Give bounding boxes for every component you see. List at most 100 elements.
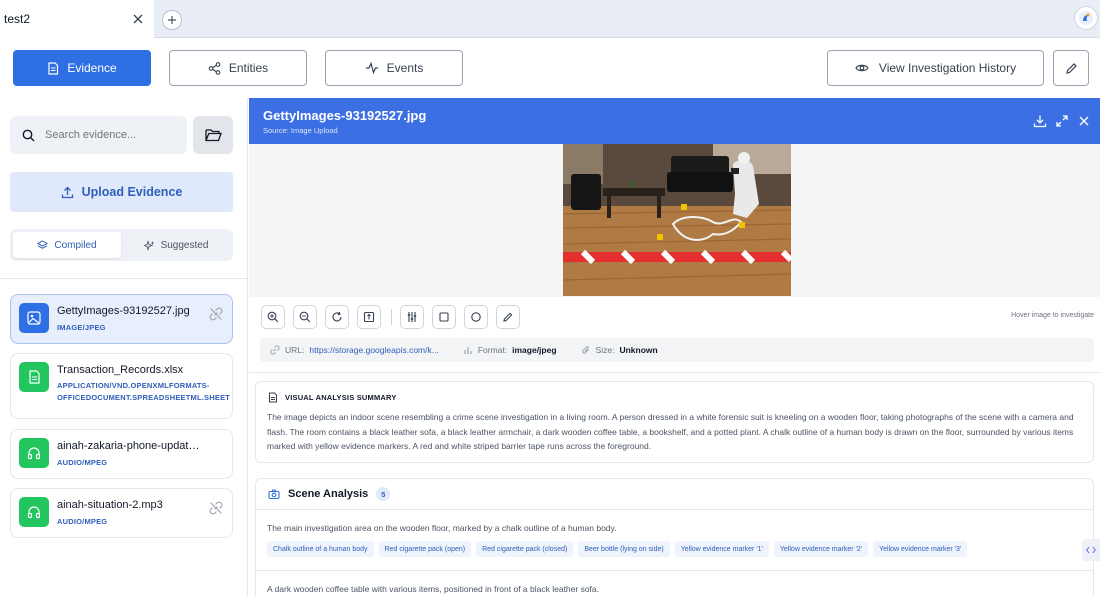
image-toolbar: Hover image to investigate [249,297,1100,335]
view-toggle: Compiled Suggested [10,229,233,261]
evidence-item[interactable]: ainah-situation-2.mp3 AUDIO/MPEG [10,488,233,538]
evidence-item[interactable]: Transaction_Records.xlsx APPLICATION/VND… [10,353,233,419]
evidence-item-name: ainah-zakaria-phone-update.... [57,440,203,452]
image-icon [19,303,49,333]
search-box[interactable] [10,116,187,154]
suggested-label: Suggested [160,239,209,251]
sparkles-icon [143,239,155,251]
close-icon[interactable] [132,13,144,25]
download-icon[interactable] [1033,114,1047,128]
hover-hint: Hover image to investigate [1011,312,1094,319]
scene-tag[interactable]: Yellow evidence marker '1' [674,541,769,557]
evidence-item-name: Transaction_Records.xlsx [57,364,184,376]
camera-icon [268,489,280,499]
visual-analysis-summary: VISUAL ANALYSIS SUMMARY The image depict… [255,381,1094,463]
close-icon[interactable] [1077,114,1091,128]
evidence-item[interactable]: ainah-zakaria-phone-update.... AUDIO/MPE… [10,429,233,479]
paperclip-icon [581,345,591,355]
pencil-icon [1065,62,1078,75]
pencil-icon [503,312,513,322]
sliders-icon [407,312,417,322]
document-icon [268,392,278,403]
compiled-label: Compiled [54,239,97,251]
viewer-header: GettyImages-93192527.jpg Source: Image U… [249,98,1100,144]
events-tab-button[interactable]: Events [325,50,463,86]
scene-divider [256,570,1093,571]
scene-count-badge: 5 [376,487,391,501]
viewer-source: Source: Image Upload [263,126,338,135]
adjust-button[interactable] [400,305,424,329]
scene-tag[interactable]: Red cigarette pack (closed) [476,541,574,557]
unlink-icon[interactable] [209,501,223,515]
zoom-in-button[interactable] [261,305,285,329]
content-divider [249,372,1100,373]
scene-tags: Chalk outline of a human body Red cigare… [267,541,968,557]
scene-description: A dark wooden coffee table with various … [267,584,600,594]
evidence-item-type: AUDIO/MPEG [57,458,108,467]
view-history-button[interactable]: View Investigation History [827,50,1044,86]
draw-tool-button[interactable] [496,305,520,329]
scene-heading: Scene Analysis [288,488,369,500]
entities-tab-label: Entities [228,61,269,75]
code-panel-toggle[interactable] [1082,539,1100,561]
search-input[interactable] [45,129,175,141]
view-history-label: View Investigation History [878,61,1017,75]
scene-tag[interactable]: Red cigarette pack (open) [378,541,472,557]
scene-tag[interactable]: Beer bottle (lying on side) [578,541,670,557]
scene-description: The main investigation area on the woode… [267,523,617,533]
edit-button[interactable] [1053,50,1089,86]
evidence-item[interactable]: GettyImages-93192527.jpg IMAGE/JPEG [10,294,233,344]
sidebar-divider [0,278,248,279]
evidence-viewer: GettyImages-93192527.jpg Source: Image U… [249,98,1100,596]
evidence-photo[interactable] [563,144,791,296]
scene-tag[interactable]: Chalk outline of a human body [267,541,374,557]
upload-evidence-label: Upload Evidence [81,185,183,199]
document-icon [19,362,49,392]
evidence-item-name: ainah-situation-2.mp3 [57,499,163,511]
share-nodes-icon [208,61,221,75]
upload-evidence-button[interactable]: Upload Evidence [10,172,233,212]
summary-text: The image depicts an indoor scene resemb… [267,412,1074,451]
folder-open-icon [204,128,222,142]
evidence-item-name: GettyImages-93192527.jpg [57,305,190,317]
scene-tag[interactable]: Yellow evidence marker '2' [773,541,869,557]
size-label: Size: [595,345,615,355]
suggested-toggle[interactable]: Suggested [122,232,230,258]
evidence-tab-button[interactable]: Evidence [13,50,151,86]
browser-tab-strip: test2 [0,0,1100,38]
toolbar-divider [391,309,392,325]
evidence-item-type: IMAGE/JPEG [57,323,106,332]
circle-icon [471,312,481,322]
open-folder-button[interactable] [193,116,233,154]
browser-tab-title: test2 [4,12,31,26]
summary-heading: VISUAL ANALYSIS SUMMARY [285,393,397,402]
url-value[interactable]: https://storage.googleapis.com/k... [309,345,438,355]
unlink-icon[interactable] [209,307,223,321]
image-stage[interactable] [249,144,1100,297]
bar-chart-icon [463,345,473,355]
zoom-in-icon [267,311,279,323]
fit-button[interactable] [357,305,381,329]
evidence-item-type: APPLICATION/VND.OPENXMLFORMATS-OFFICEDOC… [57,381,231,402]
scene-tag[interactable]: Yellow evidence marker '3' [873,541,968,557]
zoom-out-button[interactable] [293,305,317,329]
document-icon [47,61,59,75]
eye-icon [855,63,869,73]
circle-tool-button[interactable] [464,305,488,329]
browser-tab[interactable]: test2 [0,0,154,38]
compiled-toggle[interactable]: Compiled [13,232,121,258]
rectangle-tool-button[interactable] [432,305,456,329]
fit-screen-icon [363,311,375,323]
events-tab-label: Events [386,61,424,75]
entities-tab-button[interactable]: Entities [169,50,307,86]
rotate-button[interactable] [325,305,349,329]
extension-icon[interactable] [1074,6,1098,30]
new-tab-button[interactable] [162,10,182,30]
headphones-icon [19,497,49,527]
file-meta-bar: URL: https://storage.googleapis.com/k...… [260,338,1094,362]
scene-divider [256,509,1093,510]
layers-icon [37,239,49,251]
expand-icon[interactable] [1055,114,1069,128]
square-icon [439,312,449,322]
activity-icon [365,62,379,74]
